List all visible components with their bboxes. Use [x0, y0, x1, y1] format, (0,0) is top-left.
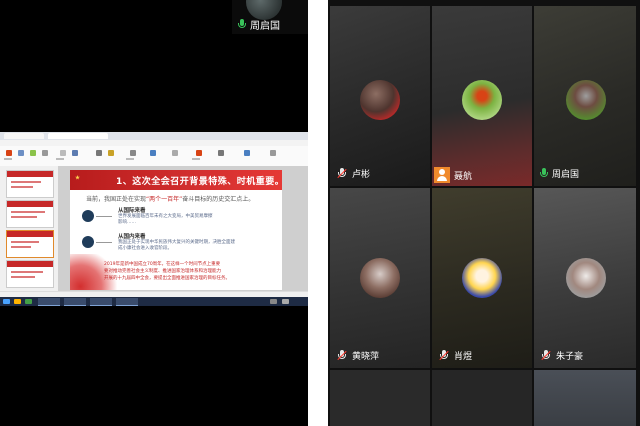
- participant-label: 卢彬: [336, 167, 370, 180]
- participant-tile[interactable]: 卢彬: [330, 6, 430, 186]
- start-icon[interactable]: [3, 299, 10, 304]
- participant-name: 肖煜: [454, 352, 473, 362]
- taskbar-icon[interactable]: [14, 299, 21, 304]
- ribbon-icon: [18, 150, 24, 156]
- slide-title: 1、这次全会召开背景特殊、时机重要。: [116, 177, 282, 187]
- point-text: 成小康社会进入收官阶段。: [118, 246, 172, 251]
- mic-muted-icon: [336, 349, 348, 362]
- point-heading: 从国际来看: [118, 208, 146, 214]
- ribbon-icon: [30, 150, 36, 156]
- ribbon-icon: [172, 150, 178, 156]
- ribbon-text: [192, 158, 200, 160]
- bullet-icon: [82, 210, 94, 222]
- participant-label: 朱子豪: [540, 349, 583, 362]
- participant-name: 卢彬: [352, 170, 371, 180]
- participant-avatar: [566, 258, 606, 298]
- ribbon-text: [4, 158, 12, 160]
- participant-tile[interactable]: 聂航: [432, 6, 532, 186]
- participant-name: 周启国: [552, 170, 580, 180]
- participant-tile[interactable]: 黄晓萍: [330, 188, 430, 368]
- footer-text: 开展的十九届四中全会，要提出全面推进国家治理的目标任务。: [104, 276, 230, 281]
- participant-tile-active[interactable]: 周启国: [534, 6, 636, 186]
- taskbar-window[interactable]: [64, 298, 86, 306]
- slide-thumbnails[interactable]: [0, 166, 59, 291]
- ribbon: [0, 146, 308, 167]
- footer-text: 2019年是新中国成立70周年，在这样一个时间节点上重要: [104, 262, 221, 267]
- ribbon-icon: [150, 150, 156, 156]
- mic-muted-icon: [540, 349, 552, 362]
- participant-label: 周启国: [540, 167, 579, 180]
- participant-tile[interactable]: 朱子豪: [534, 188, 636, 368]
- bullet-icon: [82, 236, 94, 248]
- ribbon-icon: [196, 150, 202, 156]
- participant-avatar: [360, 258, 400, 298]
- participant-avatar: [566, 80, 606, 120]
- mic-icon: [238, 19, 246, 30]
- tile-background: [330, 370, 430, 426]
- tray-icon: [282, 299, 289, 304]
- taskbar-window[interactable]: [38, 298, 60, 306]
- participant-avatar: [462, 258, 502, 298]
- ribbon-text: [56, 158, 64, 160]
- slide-thumbnail[interactable]: [6, 260, 54, 288]
- host-icon: [434, 167, 450, 183]
- ribbon-icon: [218, 150, 224, 156]
- taskbar-icon[interactable]: [25, 299, 32, 304]
- tray-icon: [270, 299, 277, 304]
- participant-avatar: [360, 80, 400, 120]
- participant-grid: 卢彬 聂航 周启国 黄晓萍 肖煜 朱子豪: [328, 0, 640, 426]
- slide: 1、这次全会召开背景特殊、时机重要。 当前，我国正处在实现“两个一百年”奋斗目标…: [70, 170, 282, 290]
- participant-label: 黄晓萍: [336, 349, 379, 362]
- app-tab: [48, 133, 108, 139]
- ribbon-icon: [96, 150, 102, 156]
- slide-thumbnail[interactable]: [6, 170, 54, 198]
- participant-tile[interactable]: [330, 370, 430, 426]
- connector: [96, 216, 112, 217]
- slide-thumbnail[interactable]: [6, 230, 54, 258]
- connector: [96, 242, 112, 243]
- ribbon-icon: [270, 150, 276, 156]
- app-tabs: [0, 132, 308, 140]
- participant-avatar: [462, 80, 502, 120]
- tile-background: [432, 370, 532, 426]
- self-label: 周启国: [238, 17, 280, 32]
- slide-thumbnail[interactable]: [6, 200, 54, 228]
- app-tab: [4, 133, 44, 139]
- slide-canvas: 1、这次全会召开背景特殊、时机重要。 当前，我国正处在实现“两个一百年”奋斗目标…: [58, 166, 308, 291]
- mic-muted-icon: [336, 167, 348, 180]
- point-heading: 从国内来看: [118, 234, 146, 240]
- participant-tile[interactable]: [534, 370, 636, 426]
- slide-intro: 当前，我国正处在实现“两个一百年”奋斗目标的历史交汇点上。: [86, 196, 255, 203]
- participant-tile[interactable]: [432, 370, 532, 426]
- ribbon-icon: [6, 150, 12, 156]
- screen-share-pane: 周启国 1、这次全会召开背景特殊、时机重要。 当前，我国正处在实现“两个一百年”…: [0, 0, 308, 426]
- flag-icon: [72, 172, 90, 186]
- ribbon-icon: [42, 150, 48, 156]
- self-preview[interactable]: 周启国: [232, 0, 308, 34]
- participant-name: 聂航: [454, 171, 473, 182]
- taskbar-window[interactable]: [90, 298, 112, 306]
- shared-screen[interactable]: 1、这次全会召开背景特殊、时机重要。 当前，我国正处在实现“两个一百年”奋斗目标…: [0, 132, 308, 306]
- ribbon-icon: [130, 150, 136, 156]
- tile-background: [534, 370, 636, 426]
- participant-name: 朱子豪: [556, 352, 584, 362]
- ribbon-icon: [108, 150, 114, 156]
- point-text: 影响……: [118, 220, 136, 225]
- ribbon-text: [126, 158, 134, 160]
- footer-text: 要对推动完善社会主义制度、推进国家治理体系和治理能力: [104, 269, 221, 274]
- participant-label: 聂航: [432, 164, 472, 186]
- pane-divider: [308, 0, 328, 426]
- taskbar-window[interactable]: [116, 298, 138, 306]
- ribbon-icon: [60, 150, 66, 156]
- self-name: 周启国: [250, 21, 280, 32]
- participant-tile[interactable]: 肖煜: [432, 188, 532, 368]
- participant-label: 肖煜: [438, 349, 472, 362]
- mic-icon: [540, 168, 548, 179]
- participant-name: 黄晓萍: [352, 352, 380, 362]
- ribbon-icon: [244, 150, 250, 156]
- ribbon-icon: [72, 150, 78, 156]
- taskbar: [0, 297, 308, 306]
- mic-muted-icon: [438, 349, 450, 362]
